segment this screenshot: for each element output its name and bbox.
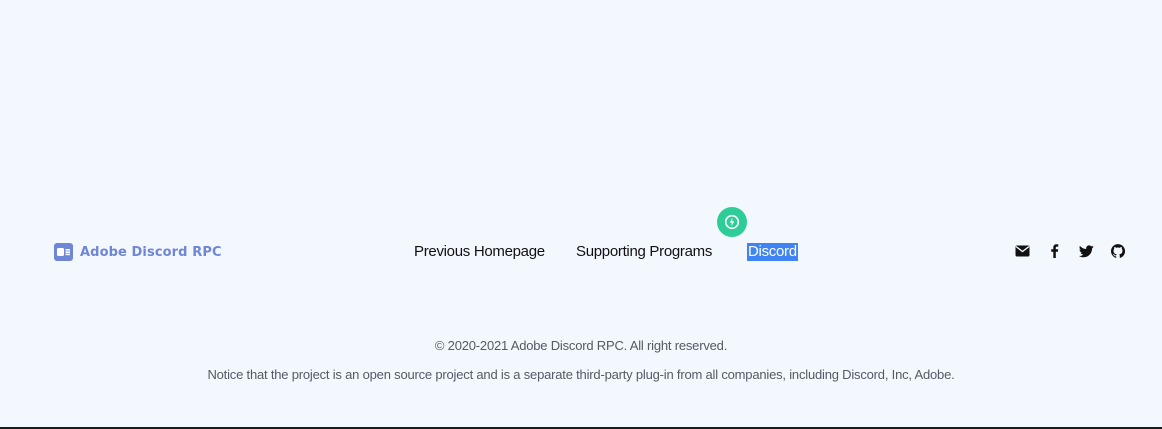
- nav-supporting-programs[interactable]: Supporting Programs: [576, 241, 712, 263]
- copyright-text: © 2020-2021 Adobe Discord RPC. All right…: [434, 338, 728, 353]
- notice-text: Notice that the project is an open sourc…: [207, 367, 955, 382]
- github-icon[interactable]: [1110, 243, 1126, 259]
- twitter-icon[interactable]: [1078, 243, 1094, 259]
- facebook-icon[interactable]: [1046, 243, 1062, 259]
- mail-icon[interactable]: [1014, 243, 1030, 259]
- social-links: [1014, 243, 1126, 259]
- nav-previous-homepage[interactable]: Previous Homepage: [414, 241, 545, 263]
- nav-discord[interactable]: Discord: [747, 243, 798, 261]
- discord-activity-icon[interactable]: [717, 207, 747, 237]
- main-nav: Previous Homepage Supporting Programs Di…: [0, 241, 1162, 263]
